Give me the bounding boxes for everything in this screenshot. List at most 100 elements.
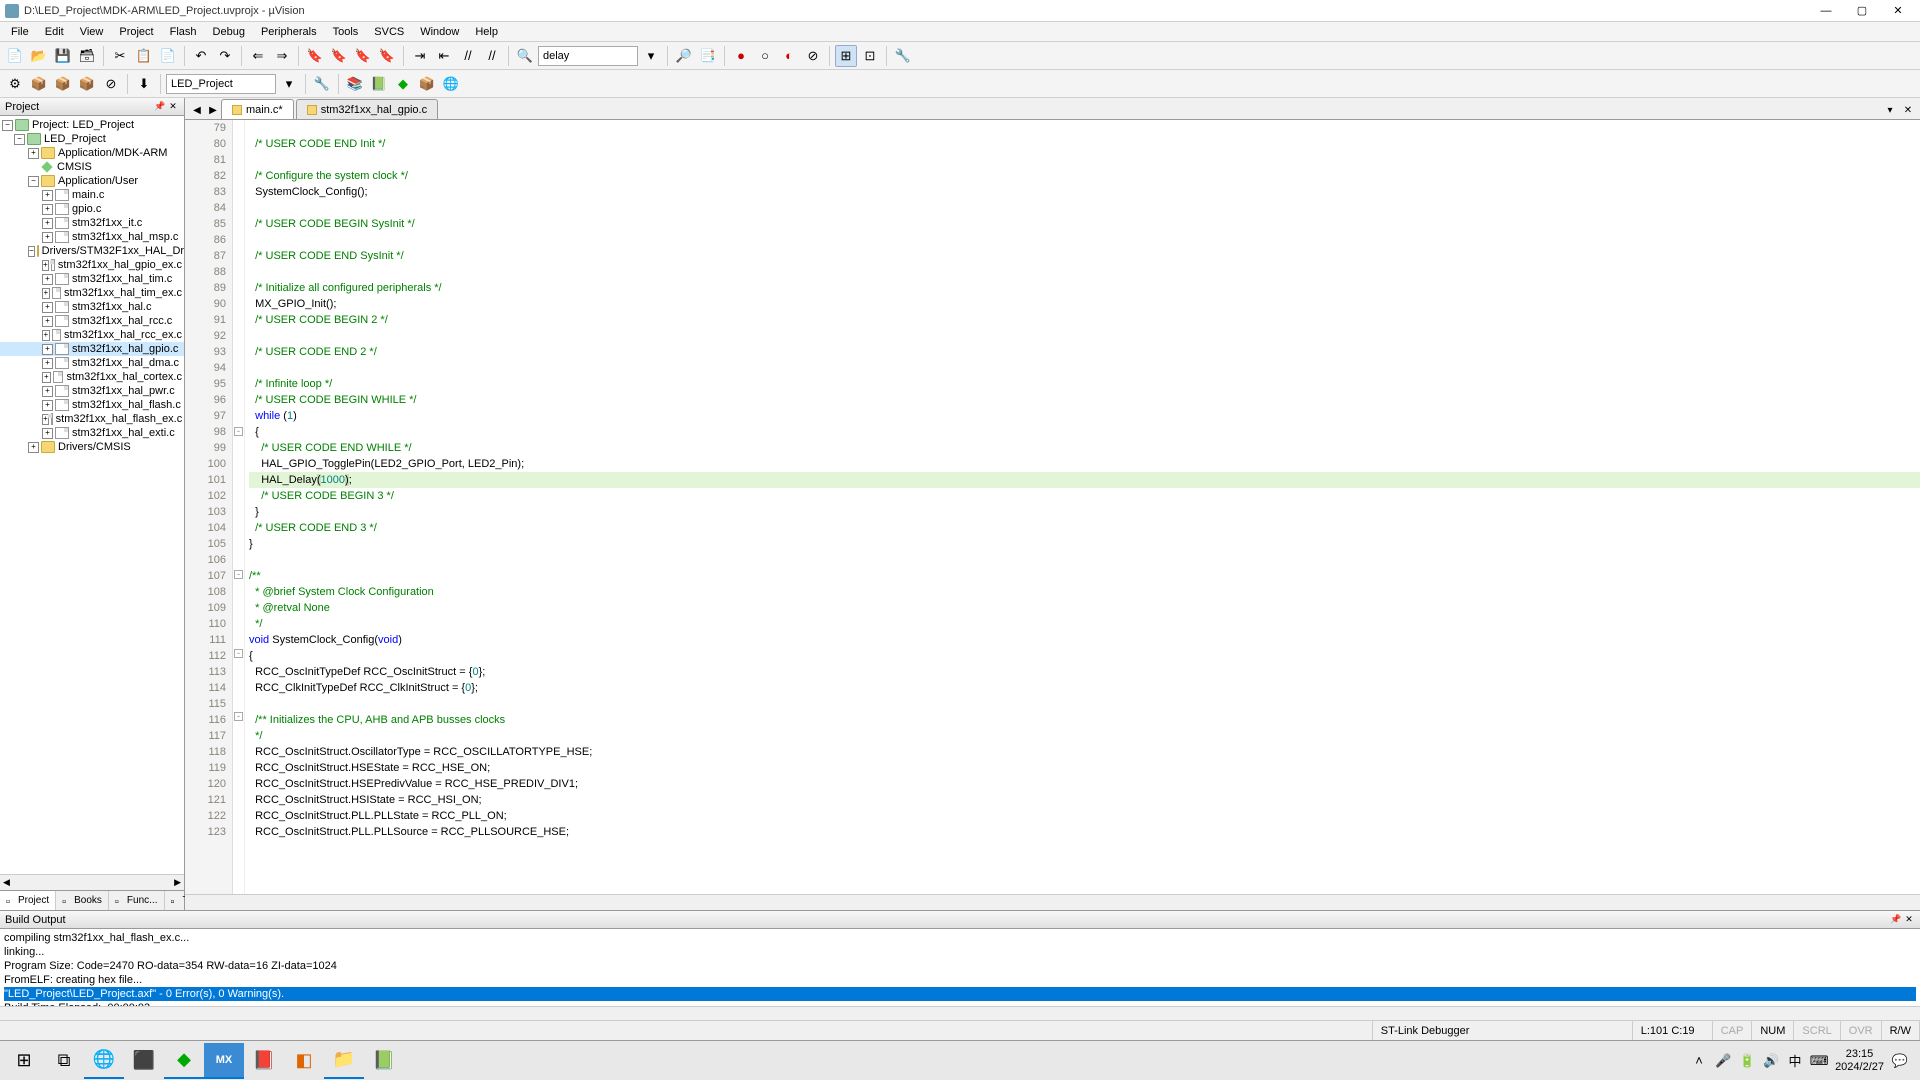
outdent-button[interactable]: ⇤ xyxy=(433,45,455,67)
find-icon[interactable]: 🔍 xyxy=(514,45,536,67)
tree-item[interactable]: +gpio.c xyxy=(0,202,184,216)
target-options-button[interactable]: 🔧 xyxy=(311,73,333,95)
tree-item[interactable]: +stm32f1xx_hal_flash.c xyxy=(0,398,184,412)
tree-item[interactable]: +stm32f1xx_hal_pwr.c xyxy=(0,384,184,398)
expand-icon[interactable]: + xyxy=(42,330,50,341)
new-button[interactable]: 📄 xyxy=(4,45,26,67)
target-combo[interactable] xyxy=(166,74,276,94)
taskbar-edge-icon[interactable]: 🌐 xyxy=(84,1043,124,1079)
tray-battery-icon[interactable]: 🔋 xyxy=(1739,1053,1755,1069)
incremental-find-button[interactable]: 🔎 xyxy=(673,45,695,67)
tree-item[interactable]: +stm32f1xx_hal_dma.c xyxy=(0,356,184,370)
saveall-button[interactable]: 🗃 xyxy=(76,45,98,67)
expand-icon[interactable]: + xyxy=(28,442,39,453)
build-output-text[interactable]: compiling stm32f1xx_hal_flash_ex.c...lin… xyxy=(0,929,1920,1006)
editor-tab[interactable]: stm32f1xx_hal_gpio.c xyxy=(296,99,438,119)
maximize-button[interactable]: ▢ xyxy=(1845,2,1879,20)
tree-item[interactable]: −Drivers/STM32F1xx_HAL_Driver xyxy=(0,244,184,258)
expand-icon[interactable]: + xyxy=(42,302,53,313)
expand-icon[interactable]: − xyxy=(28,176,39,187)
undo-button[interactable]: ↶ xyxy=(190,45,212,67)
batch-build-button[interactable]: 📦 xyxy=(76,73,98,95)
close-button[interactable]: ✕ xyxy=(1881,2,1915,20)
menu-debug[interactable]: Debug xyxy=(205,24,253,40)
tree-item[interactable]: +stm32f1xx_it.c xyxy=(0,216,184,230)
tray-notifications-icon[interactable]: 💬 xyxy=(1892,1053,1908,1069)
tree-item[interactable]: −Project: LED_Project xyxy=(0,118,184,132)
menu-tools[interactable]: Tools xyxy=(325,24,367,40)
manage5-button[interactable]: 🌐 xyxy=(440,73,462,95)
task-view-button[interactable]: ⧉ xyxy=(44,1043,84,1079)
expand-icon[interactable]: + xyxy=(42,400,53,411)
tree-item[interactable]: +stm32f1xx_hal_cortex.c xyxy=(0,370,184,384)
taskbar-explorer-icon[interactable]: 📁 xyxy=(324,1043,364,1079)
expand-icon[interactable]: + xyxy=(42,288,50,299)
tray-clock[interactable]: 23:15 2024/2/27 xyxy=(1835,1048,1884,1074)
comment-button[interactable]: // xyxy=(457,45,479,67)
minimize-button[interactable]: — xyxy=(1809,2,1843,20)
tray-input-icon[interactable]: ⌨ xyxy=(1811,1053,1827,1069)
menu-project[interactable]: Project xyxy=(111,24,161,40)
expand-icon[interactable]: + xyxy=(42,204,53,215)
tree-item[interactable]: +stm32f1xx_hal_exti.c xyxy=(0,426,184,440)
nav-fwd-button[interactable]: ⇒ xyxy=(271,45,293,67)
panel-pin-icon[interactable]: 📌 xyxy=(154,101,166,113)
cut-button[interactable]: ✂ xyxy=(109,45,131,67)
bookmark-next-button[interactable]: 🔖 xyxy=(352,45,374,67)
start-button[interactable]: ⊞ xyxy=(4,1043,44,1079)
manage2-button[interactable]: 📗 xyxy=(368,73,390,95)
tray-chevron-icon[interactable]: ˄ xyxy=(1691,1053,1707,1069)
panel-close-icon[interactable]: ✕ xyxy=(167,101,179,113)
taskbar-word-icon[interactable]: 📗 xyxy=(364,1043,404,1079)
build-button[interactable]: 📦 xyxy=(28,73,50,95)
expand-icon[interactable]: + xyxy=(42,344,53,355)
tree-item[interactable]: +Application/MDK-ARM xyxy=(0,146,184,160)
find-dropdown-icon[interactable]: ▾ xyxy=(640,45,662,67)
editor-hscroll[interactable] xyxy=(185,894,1920,910)
tree-hscroll[interactable]: ◀ ▶ xyxy=(0,874,184,890)
stop-build-button[interactable]: ⊘ xyxy=(100,73,122,95)
debug-start-button[interactable]: ● xyxy=(730,45,752,67)
rebuild-button[interactable]: 📦 xyxy=(52,73,74,95)
menu-peripherals[interactable]: Peripherals xyxy=(253,24,325,40)
taskbar-app2-icon[interactable]: ◆ xyxy=(164,1043,204,1079)
taskbar-pdf-icon[interactable]: 📕 xyxy=(244,1043,284,1079)
configure-button[interactable]: 🔧 xyxy=(892,45,914,67)
menu-help[interactable]: Help xyxy=(467,24,506,40)
indent-button[interactable]: ⇥ xyxy=(409,45,431,67)
tab-nav-left-icon[interactable]: ◀ xyxy=(189,101,205,119)
expand-icon[interactable]: + xyxy=(42,218,53,229)
panel-tab-project[interactable]: ▫Project xyxy=(0,891,56,910)
expand-icon[interactable]: + xyxy=(28,148,39,159)
taskbar-app1-icon[interactable]: ⬛ xyxy=(124,1043,164,1079)
target-dropdown-icon[interactable]: ▾ xyxy=(278,73,300,95)
save-button[interactable]: 💾 xyxy=(52,45,74,67)
expand-icon[interactable]: + xyxy=(42,190,53,201)
manage3-button[interactable]: ◆ xyxy=(392,73,414,95)
expand-icon[interactable]: + xyxy=(42,358,53,369)
tree-item[interactable]: +stm32f1xx_hal_tim_ex.c xyxy=(0,286,184,300)
debug-disable-button[interactable]: ⊘ xyxy=(802,45,824,67)
code-editor[interactable]: 7980818283848586878889909192939495969798… xyxy=(185,120,1920,894)
tray-ime-icon[interactable]: 中 xyxy=(1787,1053,1803,1069)
find-combo[interactable] xyxy=(538,46,638,66)
menu-flash[interactable]: Flash xyxy=(162,24,205,40)
redo-button[interactable]: ↷ xyxy=(214,45,236,67)
tree-item[interactable]: +main.c xyxy=(0,188,184,202)
editor-tab[interactable]: main.c* xyxy=(221,99,294,119)
bookmark-clear-button[interactable]: 🔖 xyxy=(376,45,398,67)
panel-tab-func[interactable]: ▫Func... xyxy=(109,891,165,910)
tree-item[interactable]: +stm32f1xx_hal_rcc_ex.c xyxy=(0,328,184,342)
expand-icon[interactable]: − xyxy=(28,246,35,257)
bookmark-button[interactable]: 🔖 xyxy=(304,45,326,67)
tree-item[interactable]: +stm32f1xx_hal_gpio.c xyxy=(0,342,184,356)
expand-icon[interactable]: + xyxy=(42,428,53,439)
build-close-icon[interactable]: ✕ xyxy=(1903,914,1915,926)
copy-button[interactable]: 📋 xyxy=(133,45,155,67)
expand-icon[interactable]: − xyxy=(14,134,25,145)
tree-item[interactable]: +stm32f1xx_hal_rcc.c xyxy=(0,314,184,328)
debug-breakpoint-button[interactable]: ◐ xyxy=(778,45,800,67)
build-pin-icon[interactable]: 📌 xyxy=(1890,914,1902,926)
expand-icon[interactable]: + xyxy=(42,372,51,383)
expand-icon[interactable]: + xyxy=(42,386,53,397)
